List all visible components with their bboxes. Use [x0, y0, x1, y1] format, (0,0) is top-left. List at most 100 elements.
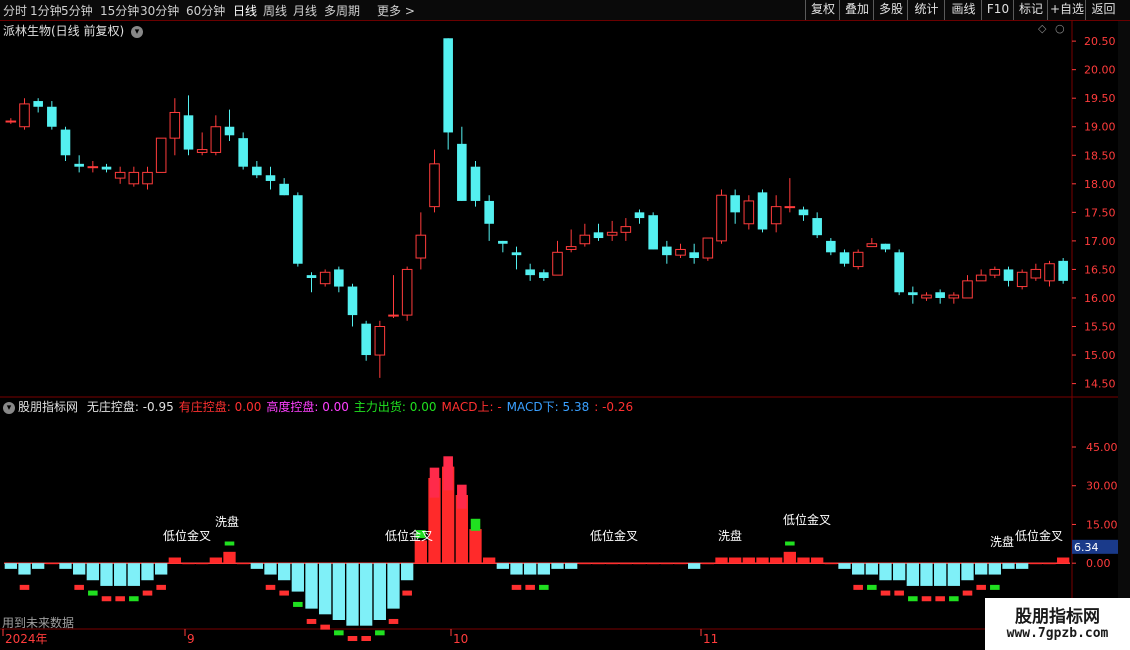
function-button-0[interactable]: 复权: [805, 0, 840, 20]
candle: [620, 218, 632, 241]
macd-bar: [865, 563, 878, 575]
candle: [155, 137, 167, 173]
signal-block: [880, 590, 891, 596]
indicator-item-6: : -0.26: [594, 400, 634, 414]
macd-bar: [114, 563, 127, 586]
indicator-item-1: 有庄控盘: 0.00: [178, 400, 262, 414]
price-tick-label: 15.00: [1084, 349, 1116, 362]
indicator-item-3: 主力出货: 0.00: [353, 400, 437, 414]
macd-bar: [127, 563, 140, 586]
price-chart[interactable]: 20.50 20.00 19.50 19.00 18.50 18.00 17.50 17.00…: [0, 20, 1130, 650]
period-tab-2[interactable]: 5分钟: [61, 2, 93, 19]
signal-block: [539, 584, 549, 590]
title-dropdown-icon[interactable]: ▾: [131, 25, 144, 38]
candle-body: [989, 268, 1001, 276]
candle: [662, 240, 672, 264]
macd-bar: [209, 557, 222, 564]
date-label: 11: [703, 632, 718, 646]
candle-body: [894, 252, 904, 293]
candle-body: [826, 240, 836, 253]
period-tab-6[interactable]: 日线: [233, 2, 257, 19]
function-button-2[interactable]: 多股: [873, 0, 908, 20]
candle-body: [620, 226, 632, 233]
period-tab-4[interactable]: 30分钟: [140, 2, 179, 19]
indicator-axis: 45.0030.0015.000.00-15.006.34: [1072, 441, 1121, 609]
close-panel-icon[interactable]: ○: [1055, 22, 1065, 35]
signal-block: [470, 518, 481, 531]
macd-bar: [291, 563, 304, 592]
function-button-1[interactable]: 叠加: [839, 0, 874, 20]
annotation-label: 低位金叉: [163, 528, 211, 543]
period-tab-8[interactable]: 月线: [293, 2, 317, 19]
period-tab-7[interactable]: 周线: [263, 2, 287, 19]
price-tick-label: 16.00: [1084, 292, 1116, 305]
period-tab-9[interactable]: 多周期: [324, 2, 360, 19]
candle: [1044, 260, 1055, 287]
function-button-7[interactable]: +自选: [1047, 0, 1086, 20]
diamond-icon[interactable]: ◇: [1038, 22, 1046, 35]
candle-body: [196, 149, 208, 153]
period-tab-5[interactable]: 60分钟: [186, 2, 225, 19]
signal-block: [962, 590, 973, 596]
macd-bar: [182, 563, 195, 565]
candle-body: [334, 269, 344, 287]
candle: [142, 166, 153, 190]
macd-bar: [783, 551, 796, 564]
macd-bar: [537, 563, 550, 575]
candle-body: [33, 101, 43, 107]
price-tick-label: 18.50: [1084, 149, 1116, 162]
macd-bar: [305, 563, 318, 609]
candle-body: [702, 237, 714, 259]
candle-body: [839, 252, 850, 264]
macd-bar: [401, 563, 414, 581]
candle: [921, 292, 932, 301]
candle-body: [443, 38, 453, 133]
function-button-6[interactable]: 标记: [1013, 0, 1048, 20]
indicator-tick-label: 45.00: [1086, 441, 1118, 454]
indicator-dropdown-icon[interactable]: ▾: [3, 401, 15, 414]
period-tab-10[interactable]: 更多 >: [377, 2, 415, 19]
candle-body: [866, 243, 878, 248]
function-button-5[interactable]: F10: [981, 0, 1014, 20]
annotation-label: 低位金叉: [590, 528, 638, 543]
signal-block: [443, 456, 453, 491]
period-tab-3[interactable]: 15分钟: [100, 2, 139, 19]
price-tick-label: 20.50: [1084, 35, 1116, 48]
signal-block: [142, 590, 153, 596]
candle-body: [565, 246, 577, 250]
candle: [675, 243, 686, 259]
candle: [908, 286, 918, 304]
indicator-tick-label: 30.00: [1086, 480, 1118, 493]
candle: [361, 320, 371, 361]
candle-body: [675, 248, 686, 256]
candle: [579, 223, 591, 247]
macd-bar: [86, 563, 99, 581]
macd-bar: [141, 563, 154, 581]
candle: [319, 269, 331, 287]
candle: [565, 229, 577, 253]
period-tab-1[interactable]: 1分钟: [30, 2, 62, 19]
signal-block: [402, 590, 412, 596]
candle: [511, 246, 522, 270]
period-tab-0[interactable]: 分时: [3, 2, 27, 19]
candle-body: [784, 206, 796, 209]
candle: [238, 132, 248, 170]
function-button-8[interactable]: 返回: [1085, 0, 1121, 20]
candle-body: [470, 166, 481, 201]
candle-body: [169, 111, 181, 139]
price-tick-label: 17.50: [1084, 206, 1116, 219]
macd-bar: [742, 557, 755, 564]
signal-block: [388, 618, 399, 624]
macd-bar: [1043, 563, 1056, 565]
price-tick-label: 20.00: [1084, 64, 1116, 77]
macd-bar: [906, 563, 919, 586]
candle: [539, 269, 549, 281]
signal-block: [101, 596, 112, 602]
function-button-3[interactable]: 统计: [907, 0, 945, 20]
candle: [196, 132, 208, 156]
function-button-4[interactable]: 画线: [944, 0, 982, 20]
macd-bar: [879, 563, 892, 581]
candle-body: [87, 166, 99, 169]
macd-bar: [988, 563, 1001, 575]
candle: [880, 243, 891, 253]
